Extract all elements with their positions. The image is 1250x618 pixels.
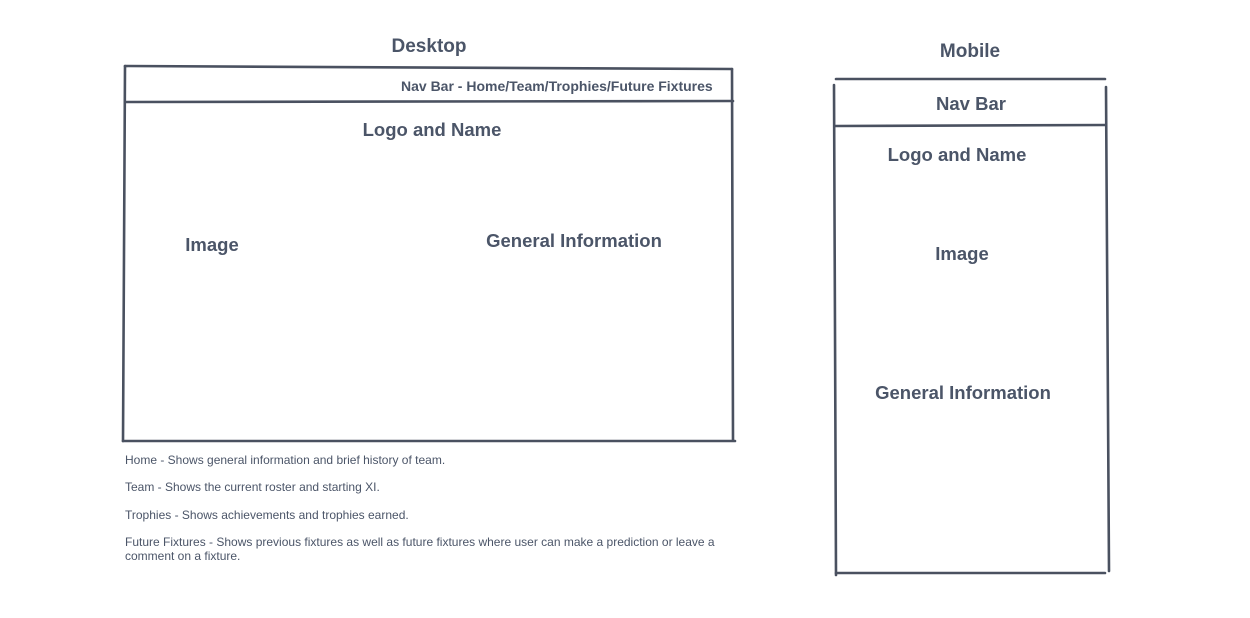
- note-trophies: Trophies - Shows achievements and trophi…: [125, 508, 409, 522]
- mobile-nav-bar-label: Nav Bar: [936, 93, 1006, 114]
- desktop-nav-bar-label: Nav Bar - Home/Team/Trophies/Future Fixt…: [401, 78, 713, 94]
- note-future-fixtures: Future Fixtures - Shows previous fixture…: [125, 535, 715, 563]
- mobile-logo-and-name-label: Logo and Name: [887, 144, 1027, 165]
- desktop-general-information-label: General Information: [486, 230, 662, 251]
- desktop-image-label: Image: [185, 234, 239, 255]
- desktop-heading: Desktop: [391, 36, 467, 57]
- mobile-image-label: Image: [935, 243, 989, 264]
- note-team: Team - Shows the current roster and star…: [125, 480, 380, 494]
- mobile-frame-right: [1104, 85, 1111, 573]
- note-home: Home - Shows general information and bri…: [125, 453, 446, 467]
- desktop-frame-left: [121, 64, 127, 443]
- mobile-frame-left: [832, 83, 838, 577]
- mobile-navbar-divider: [833, 123, 1108, 128]
- mobile-heading: Mobile: [939, 41, 1001, 62]
- mobile-general-information-label: General Information: [875, 382, 1051, 403]
- desktop-frame-right: [730, 67, 735, 442]
- desktop-navbar-divider: [123, 99, 735, 104]
- desktop-frame-top: [123, 64, 734, 71]
- desktop-logo-and-name-label: Logo and Name: [362, 119, 502, 140]
